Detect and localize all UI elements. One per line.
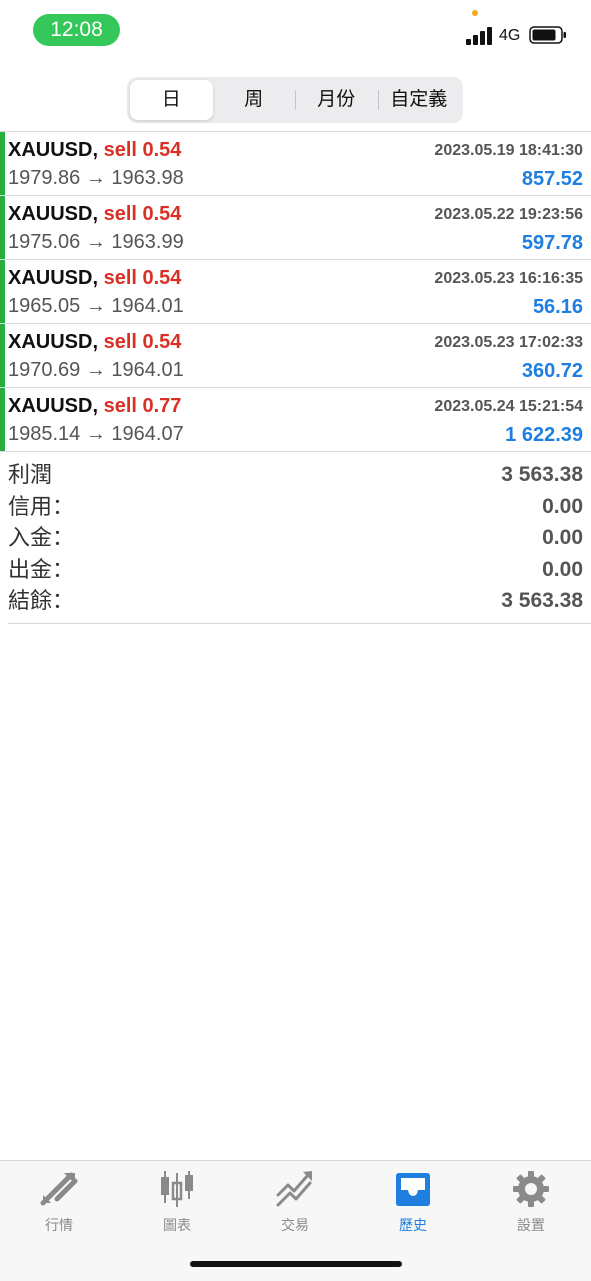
deal-symbol: XAUUSD, [8,203,99,225]
deal-time: 2023.05.22 19:23:56 [434,206,583,223]
deal-prices: 1985.14 → 1964.07 [8,423,184,445]
deal-profit: 597.78 [521,232,583,254]
summary-value: 0.00 [542,557,583,581]
summary-divider [8,623,591,624]
deals-list: XAUUSD, sell 0.54 2023.05.19 18:41:30 19… [0,131,591,452]
period-segmented-control: 日 周 月份 自定義 [127,77,463,123]
deal-row[interactable]: XAUUSD, sell 0.77 2023.05.24 15:21:54 19… [0,388,591,452]
deal-type: sell 0.54 [103,139,182,161]
deal-row[interactable]: XAUUSD, sell 0.54 2023.05.23 17:02:33 19… [0,324,591,388]
deal-row[interactable]: XAUUSD, sell 0.54 2023.05.22 19:23:56 19… [0,196,591,260]
tab-quotes[interactable]: 行情 [0,1169,118,1239]
deal-type: sell 0.77 [103,395,182,417]
gear-icon [513,1171,549,1207]
tab-settings[interactable]: 設置 [472,1169,590,1239]
home-indicator[interactable] [190,1261,402,1267]
summary-label: 入金： [8,525,75,550]
deal-time: 2023.05.23 16:16:35 [434,270,583,287]
history-inbox-icon [396,1173,430,1206]
deal-row[interactable]: XAUUSD, sell 0.54 2023.05.19 18:41:30 19… [0,132,591,196]
summary-value: 3 563.38 [501,463,583,486]
deal-profit: 857.52 [521,168,583,190]
deal-prices: 1970.69 → 1964.01 [8,359,184,381]
deal-prices: 1979.86 → 1963.98 [8,167,184,189]
deal-row[interactable]: XAUUSD, sell 0.54 2023.05.23 16:16:35 19… [0,260,591,324]
tab-month[interactable]: 月份 [295,80,378,120]
quotes-arrows-icon [40,1172,78,1206]
deal-header: XAUUSD, sell 0.54 [8,137,181,163]
summary-value: 3 563.38 [501,589,583,612]
tab-label: 圖表 [163,1217,191,1233]
deal-profit: 56.16 [532,296,583,318]
deal-header: XAUUSD, sell 0.77 [8,393,181,419]
summary-row-deposit: 入金： 0.00 [8,523,583,555]
summary-row-profit: 利潤 3 563.38 [8,460,583,492]
tab-trade[interactable]: 交易 [236,1169,354,1239]
deal-prices: 1965.05 → 1964.01 [8,295,184,317]
tab-label: 交易 [281,1217,309,1233]
tab-week[interactable]: 周 [213,80,296,120]
deal-type: sell 0.54 [103,331,182,353]
summary-value: 0.00 [542,526,583,549]
deal-type: sell 0.54 [103,203,182,225]
privacy-indicator-dot [472,10,478,16]
tab-custom[interactable]: 自定義 [377,80,461,120]
tab-charts[interactable]: 圖表 [118,1169,236,1239]
summary-row-balance: 結餘： 3 563.38 [8,586,583,618]
tab-label: 設置 [517,1217,545,1233]
status-bar: 12:08 4G [0,0,591,60]
summary-label: 結餘： [8,588,75,613]
battery-icon [529,26,566,44]
summary-row-credit: 信用： 0.00 [8,492,583,524]
deal-profit: 360.72 [521,360,583,382]
deal-symbol: XAUUSD, [8,267,99,289]
deal-header: XAUUSD, sell 0.54 [8,265,181,291]
deal-time: 2023.05.19 18:41:30 [434,142,583,159]
summary-value: 0.00 [542,494,583,518]
deal-time: 2023.05.23 17:02:33 [434,334,583,351]
summary-label: 信用： [8,493,75,519]
account-summary: 利潤 3 563.38 信用： 0.00 入金： 0.00 出金： 0.00 結… [8,460,583,618]
tab-history[interactable]: 歷史 [354,1169,472,1239]
deal-symbol: XAUUSD, [8,395,99,417]
deal-header: XAUUSD, sell 0.54 [8,329,181,355]
deal-direction-bar [0,388,5,451]
tab-day[interactable]: 日 [130,80,213,120]
cellular-signal-icon [466,27,492,45]
summary-row-withdrawal: 出金： 0.00 [8,555,583,587]
deal-profit: 1 622.39 [505,424,583,446]
deal-direction-bar [0,260,5,323]
deal-direction-bar [0,324,5,387]
status-time: 12:08 [33,14,120,46]
tab-label: 行情 [45,1217,73,1233]
deal-symbol: XAUUSD, [8,139,99,161]
deal-header: XAUUSD, sell 0.54 [8,201,181,227]
network-type: 4G [499,27,521,44]
deal-prices: 1975.06 → 1963.99 [8,231,184,253]
trade-trend-icon [276,1171,312,1207]
deal-time: 2023.05.24 15:21:54 [434,398,583,415]
candlestick-chart-icon [161,1171,193,1207]
summary-label: 利潤 [8,462,53,487]
tab-label: 歷史 [399,1217,427,1233]
deal-symbol: XAUUSD, [8,331,99,353]
deal-direction-bar [0,132,5,195]
deal-type: sell 0.54 [103,267,182,289]
summary-label: 出金： [8,556,75,582]
deal-direction-bar [0,196,5,259]
